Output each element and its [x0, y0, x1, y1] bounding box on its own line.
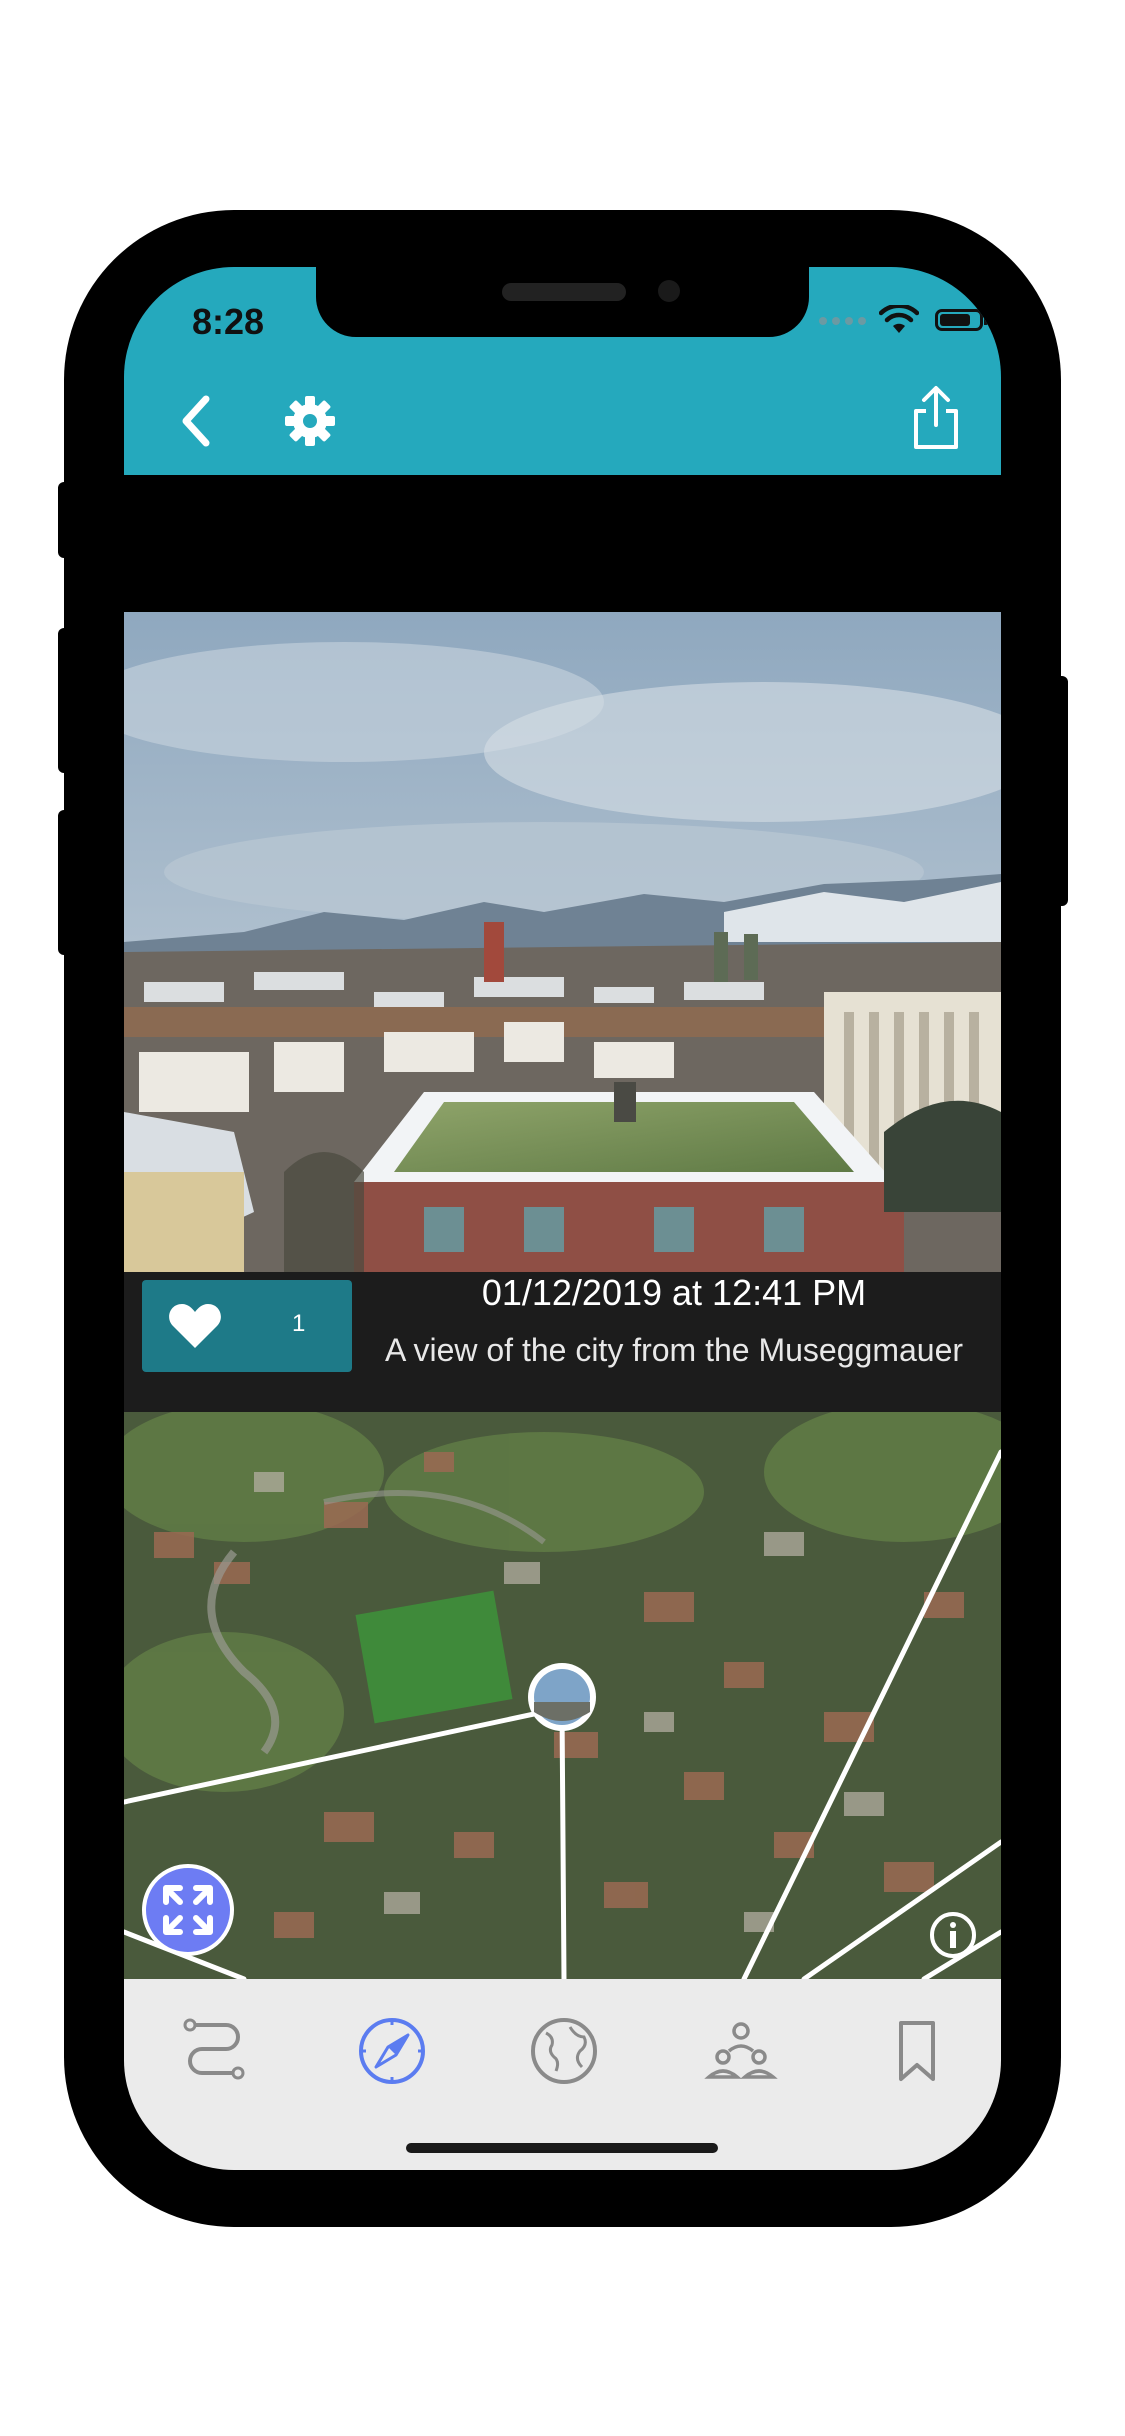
city-photo-image — [124, 612, 1001, 1272]
wifi-icon — [879, 305, 919, 333]
back-button[interactable] — [168, 391, 228, 451]
expand-arrows-icon — [163, 1885, 213, 1935]
tab-world[interactable] — [524, 2011, 604, 2091]
chevron-left-icon — [182, 395, 210, 447]
heart-icon — [169, 1304, 221, 1348]
map-image — [124, 1412, 1001, 1979]
status-time: 8:28 — [192, 301, 265, 342]
tab-explore[interactable] — [352, 2011, 432, 2091]
bookmark-icon — [899, 2021, 935, 2081]
home-indicator[interactable] — [406, 2143, 718, 2153]
header-spacer — [124, 475, 1001, 612]
tab-bar — [124, 1979, 1001, 2170]
signal-icon — [819, 317, 866, 325]
city-photo[interactable] — [124, 612, 1001, 1272]
people-icon — [704, 2022, 778, 2079]
settings-button[interactable] — [282, 393, 338, 449]
compass-icon — [359, 2018, 425, 2084]
photo-date: 01/12/2019 at 12:41 PM — [481, 1272, 867, 1313]
photo-description: A view of the city from the Museggmauer — [384, 1332, 964, 1368]
photo-caption-bar: 1 01/12/2019 at 12:41 PM A view of the c… — [124, 1272, 1001, 1412]
speaker — [502, 283, 626, 301]
share-icon — [914, 386, 958, 449]
tab-bookmarks[interactable] — [877, 2011, 957, 2091]
tab-community[interactable] — [701, 2011, 781, 2091]
notch — [316, 267, 809, 337]
front-camera — [658, 280, 680, 302]
phone-screen: 8:28 1 01/12/2019 at 12:41 PM A view of … — [124, 267, 1001, 2170]
tab-routes[interactable] — [174, 2011, 254, 2091]
battery-icon — [935, 309, 988, 331]
route-icon — [183, 2018, 245, 2080]
satellite-map[interactable] — [124, 1412, 1001, 1979]
expand-map-button[interactable] — [142, 1864, 234, 1956]
share-button[interactable] — [908, 385, 964, 451]
map-info-button[interactable] — [928, 1910, 978, 1960]
globe-icon — [531, 2018, 597, 2084]
like-button[interactable]: 1 — [142, 1280, 352, 1372]
gear-icon — [285, 396, 335, 446]
info-icon — [930, 1912, 976, 1958]
like-count: 1 — [292, 1310, 306, 1337]
